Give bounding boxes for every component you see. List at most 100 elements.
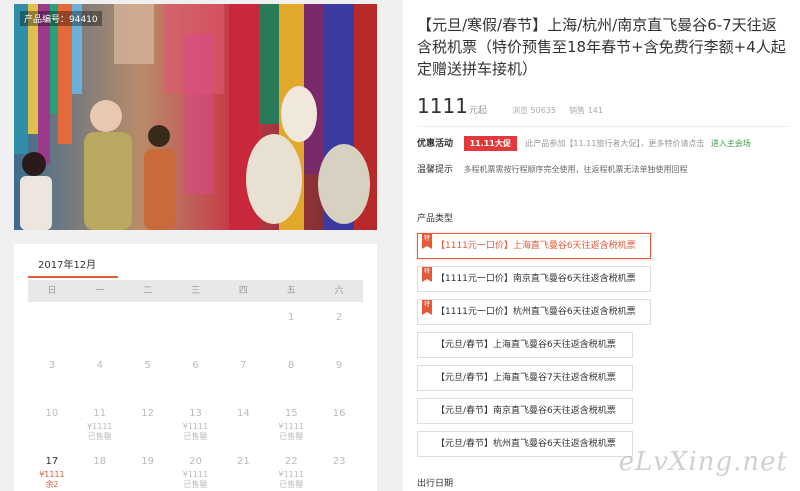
day-number: 16 bbox=[332, 408, 346, 419]
calendar-month-tab[interactable]: 2017年12月 bbox=[38, 256, 96, 271]
product-type-option-label: 【1111元一口价】杭州直飞曼谷6天往返含税机票 bbox=[436, 307, 636, 317]
calendar-day: 4 bbox=[76, 350, 124, 398]
product-number: 产品编号：94410 bbox=[20, 11, 102, 26]
departure-calendar: 2017年12月 日一二三四五六 1 2 3 4 5 6 7 8 9 10 11 ¥1111 已售罄 12… bbox=[14, 244, 377, 491]
special-offer-tag-icon: 特 bbox=[422, 267, 432, 282]
promo-row: 优惠活动 11.11大促 此产品参加【11.11旅行者大促】，更多特价请点击 进… bbox=[417, 136, 797, 151]
day-number: 2 bbox=[335, 312, 343, 323]
weekday-label: 日 bbox=[47, 286, 57, 296]
price-unit: 元起 bbox=[468, 106, 487, 116]
price-row: 1111元起 浏览 50635 销售 141 bbox=[417, 94, 789, 118]
promo-label: 优惠活动 bbox=[417, 139, 454, 149]
tip-row: 温馨提示 多程机票需按行程顺序完全使用，往返程机票无法单独使用回程 bbox=[417, 162, 797, 175]
product-type-option[interactable]: 【元旦/春节】上海直飞曼谷6天往返含税机票 bbox=[417, 332, 633, 358]
special-offer-tag-icon: 特 bbox=[422, 300, 432, 315]
day-number: 10 bbox=[45, 408, 59, 419]
promo-badge: 11.11大促 bbox=[463, 136, 517, 151]
day-status: 已售罄 bbox=[87, 432, 112, 441]
product-title: 【元旦/寒假/春节】上海/杭州/南京直飞曼谷6-7天往返含税机票（特价预售至18… bbox=[417, 16, 786, 78]
weekday-label: 五 bbox=[286, 286, 296, 296]
calendar-day: 7 bbox=[219, 350, 267, 398]
day-number: 15 bbox=[284, 408, 298, 419]
product-type-option-label: 【元旦/春节】南京直飞曼谷6天往返含税机票 bbox=[436, 406, 616, 416]
product-type-option[interactable]: 特【1111元一口价】杭州直飞曼谷6天往返含税机票 bbox=[417, 299, 651, 325]
day-number: 11 bbox=[93, 408, 107, 419]
product-type-option-label: 【元旦/春节】杭州直飞曼谷6天往返含税机票 bbox=[436, 439, 616, 449]
product-type-label: 产品类型 bbox=[417, 214, 454, 224]
calendar-grid: 1 2 3 4 5 6 7 8 9 10 11 ¥1111 已售罄 12 13 ¥1111 已售罄 14 15 ¥11… bbox=[28, 302, 363, 491]
calendar-day[interactable]: 11 ¥1111 已售罄 bbox=[76, 398, 124, 446]
weekday-label: 一 bbox=[95, 286, 105, 296]
page: 产品编号：94410 2017年12月 日一二三四五六 1 2 3 4 5 6 7 8 9 10 1… bbox=[0, 0, 800, 491]
day-price: ¥1111 bbox=[278, 422, 304, 431]
day-number: 18 bbox=[93, 456, 107, 467]
calendar-empty-cell bbox=[172, 302, 220, 350]
day-number: 20 bbox=[189, 456, 202, 467]
product-type-option[interactable]: 特【1111元一口价】上海直飞曼谷6天往返含税机票 bbox=[417, 233, 651, 259]
calendar-empty-cell bbox=[219, 302, 267, 350]
calendar-day: 5 bbox=[124, 350, 172, 398]
day-number: 13 bbox=[189, 408, 202, 419]
calendar-day: 3 bbox=[28, 350, 76, 398]
day-number: 21 bbox=[236, 456, 250, 467]
weekday-label: 三 bbox=[190, 286, 200, 296]
product-type-option[interactable]: 【元旦/春节】杭州直飞曼谷6天往返含税机票 bbox=[417, 431, 633, 457]
calendar-day: 12 bbox=[124, 398, 172, 446]
calendar-day: 6 bbox=[172, 350, 220, 398]
calendar-day: 10 bbox=[28, 398, 76, 446]
day-status: 已售罄 bbox=[279, 432, 304, 441]
product-detail-panel: 【元旦/寒假/春节】上海/杭州/南京直飞曼谷6-7天往返含税机票（特价预售至18… bbox=[403, 0, 800, 491]
day-number: 7 bbox=[240, 360, 247, 371]
day-number: 6 bbox=[192, 360, 199, 371]
product-type-option-label: 【1111元一口价】上海直飞曼谷6天往返含税机票 bbox=[436, 241, 636, 251]
day-price: ¥1111 bbox=[39, 470, 65, 479]
calendar-day: 18 bbox=[76, 446, 124, 491]
day-number: 1 bbox=[288, 312, 295, 323]
day-number: 14 bbox=[236, 408, 250, 419]
day-status: 已售罄 bbox=[279, 480, 304, 489]
product-type-option[interactable]: 特【1111元一口价】南京直飞曼谷6天往返含税机票 bbox=[417, 266, 651, 292]
calendar-day: 9 bbox=[315, 350, 363, 398]
day-number: 12 bbox=[141, 408, 154, 419]
day-price: ¥1111 bbox=[182, 470, 209, 479]
day-number: 3 bbox=[48, 360, 56, 371]
day-number: 4 bbox=[96, 360, 103, 371]
price-value: 1111 bbox=[417, 94, 468, 118]
calendar-day[interactable]: 13 ¥1111 已售罄 bbox=[172, 398, 220, 446]
calendar-day[interactable]: 17 ¥1111 余2 bbox=[28, 446, 76, 491]
sales-count: 销售 141 bbox=[569, 106, 603, 115]
calendar-day[interactable]: 20 ¥1111 已售罄 bbox=[172, 446, 220, 491]
tip-label: 温馨提示 bbox=[417, 165, 454, 175]
calendar-empty-cell bbox=[28, 302, 76, 350]
day-price: ¥1111 bbox=[182, 422, 209, 431]
weekday-label: 四 bbox=[238, 286, 248, 296]
calendar-day: 8 bbox=[267, 350, 315, 398]
day-number: 8 bbox=[288, 360, 295, 371]
promo-text: 此产品参加【11.11旅行者大促】，更多特价请点击 bbox=[525, 139, 705, 148]
view-count: 浏览 50635 bbox=[512, 106, 557, 115]
calendar-day[interactable]: 22 ¥1111 已售罄 bbox=[267, 446, 315, 491]
calendar-day: 16 bbox=[315, 398, 363, 446]
product-type-option[interactable]: 【元旦/春节】南京直飞曼谷6天往返含税机票 bbox=[417, 398, 633, 424]
product-hero-image[interactable]: 产品编号：94410 bbox=[14, 4, 377, 230]
day-number: 17 bbox=[45, 456, 59, 467]
product-type-options: 特【1111元一口价】上海直飞曼谷6天往返含税机票特【1111元一口价】南京直飞… bbox=[417, 233, 789, 464]
product-type-option-label: 【1111元一口价】南京直飞曼谷6天往返含税机票 bbox=[436, 274, 636, 284]
calendar-empty-cell bbox=[124, 302, 172, 350]
calendar-day: 19 bbox=[124, 446, 172, 491]
weekday-label: 六 bbox=[334, 286, 344, 296]
day-status: 已售罄 bbox=[183, 480, 208, 489]
day-status: 已售罄 bbox=[183, 432, 208, 441]
calendar-day: 21 bbox=[219, 446, 267, 491]
calendar-day: 2 bbox=[315, 302, 363, 350]
calendar-day: 1 bbox=[267, 302, 315, 350]
special-offer-tag-icon: 特 bbox=[422, 234, 432, 249]
site-watermark: eLvXing.net bbox=[618, 447, 788, 477]
product-type-option[interactable]: 【元旦/春节】上海直飞曼谷7天往返含税机票 bbox=[417, 365, 633, 391]
calendar-day[interactable]: 15 ¥1111 已售罄 bbox=[267, 398, 315, 446]
calendar-day: 23 bbox=[315, 446, 363, 491]
day-price: ¥1111 bbox=[87, 422, 113, 431]
promo-main-venue-link[interactable]: 进入主会场 bbox=[711, 139, 751, 148]
calendar-weekday-header: 日一二三四五六 bbox=[28, 280, 363, 302]
day-number: 23 bbox=[332, 456, 346, 467]
